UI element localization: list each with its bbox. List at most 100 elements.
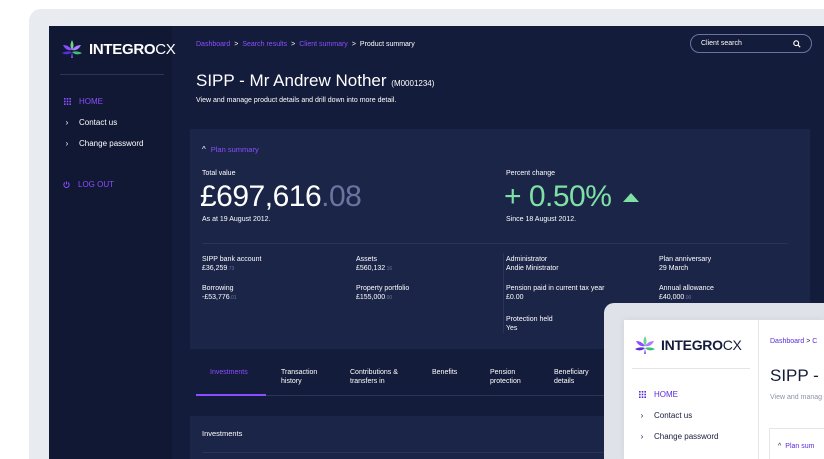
detail-value: 29 March [659,265,689,272]
panel-vertical-divider [503,253,504,333]
detail-protection-held: Protection held Yes [506,315,553,334]
tab-transaction-history[interactable]: Transaction history [281,368,317,386]
preview-sidebar-item-home[interactable]: HOME [638,384,718,405]
detail-plan-anniversary: Plan anniversary 29 March [659,255,711,274]
grid-icon [63,98,71,105]
search-placeholder: Client search [701,40,742,47]
search-icon[interactable] [793,39,801,48]
plan-summary-toggle[interactable]: ^ Plan summary [202,145,259,154]
sidebar-item-label: Contact us [79,118,118,127]
detail-label: Assets [356,256,378,263]
preview-sidebar-divider [632,368,750,369]
client-search-input[interactable]: Client search [690,34,812,53]
preview-brand-name: INTEGROCX [661,337,742,353]
sidebar-item-home[interactable]: HOME [63,91,143,112]
light-theme-preview: INTEGROCX HOME › Contact us › Change pas… [604,303,824,459]
detail-label: Protection held [506,316,553,323]
tab-investments[interactable]: Investments [210,368,248,377]
detail-label: Property portfolio [356,285,410,292]
preview-sidebar-border [758,320,759,459]
preview-plan-summary-panel: ^ Plan sum [769,428,824,459]
total-value: £697,616.08 [200,180,362,214]
detail-value: Yes [506,325,518,332]
power-icon [63,181,70,188]
percent-change-note: Since 18 August 2012. [506,216,577,223]
sidebar-nav: HOME › Contact us › Change password [63,91,143,154]
preview-plan-summary-toggle[interactable]: ^ Plan sum [778,443,814,450]
sidebar-item-label: Change password [654,432,719,441]
breadcrumb-separator: > [291,41,296,48]
detail-label: Annual allowance [659,285,714,292]
breadcrumb-separator: > [351,41,356,48]
preview-brand-logo: INTEGROCX [634,335,742,355]
arrow-up-icon [623,192,640,202]
detail-label: Pension paid in current tax year [506,285,605,292]
brand-logo[interactable]: INTEGROCX [61,39,176,59]
preview-sidebar-nav: HOME › Contact us › Change password [638,384,718,447]
detail-value: £36,259.73 [202,265,235,272]
detail-value: £40,000.00 [659,294,692,301]
tab-benefits[interactable]: Benefits [432,368,457,377]
preview-app-window: INTEGROCX HOME › Contact us › Change pas… [624,320,824,459]
sidebar-item-contact-us[interactable]: › Contact us [63,112,143,133]
flower-logo-icon [62,40,82,58]
chevron-up-icon: ^ [202,145,206,154]
grid-icon [638,391,646,398]
sidebar-item-change-password[interactable]: › Change password [63,133,144,154]
chevron-right-icon: › [65,118,69,127]
page-title-text: SIPP - Mr Andrew Nother [196,71,387,90]
breadcrumb-current: Product summary [359,41,415,48]
brand-name: INTEGROCX [89,40,176,58]
sidebar-item-label: HOME [654,390,678,399]
detail-value: £560,132.16 [356,265,393,272]
breadcrumb-link[interactable]: Search results [242,41,287,48]
sidebar-item-label: Change password [79,139,144,148]
logout-button[interactable]: LOG OUT [63,180,114,189]
panel-divider [202,243,788,244]
preview-sidebar-item-change-password[interactable]: › Change password [638,426,719,447]
page-title: SIPP - Mr Andrew Nother (M0001234) [196,71,434,91]
detail-value: £0.00 [506,294,524,301]
tab-beneficiary-details[interactable]: Beneficiary details [554,368,589,386]
detail-value: £155,000.00 [356,294,393,301]
chevron-right-icon: › [640,432,644,441]
detail-label: Borrowing [202,285,234,292]
detail-annual-allowance: Annual allowance £40,000.00 [659,284,714,303]
tab-contributions-transfers[interactable]: Contributions & transfers in [350,368,398,386]
detail-label: Plan anniversary [659,256,712,263]
preview-page-title: SIPP - M [770,366,824,385]
breadcrumb: Dashboard > Search results > Client summary >… [196,41,415,48]
breadcrumb-separator: > [234,41,239,48]
breadcrumb-link[interactable]: Dashboard [196,41,230,48]
detail-value: -£53,776.01 [202,294,237,301]
detail-value: Andie Ministrator [506,265,559,272]
detail-pension-paid: Pension paid in current tax year £0.00 [506,284,604,303]
detail-administrator: Administrator Andie Ministrator [506,255,559,274]
flower-logo-icon [635,336,655,354]
detail-sipp-bank-account: SIPP bank account £36,259.73 [202,255,261,274]
preview-page-subtitle: View and manag [770,394,823,401]
active-tab-indicator [196,394,266,396]
breadcrumb-link[interactable]: Client summary [299,41,348,48]
sidebar-divider [60,74,164,75]
page-subtitle: View and manage product details and dril… [196,97,397,104]
percent-change: + 0.50% [504,180,640,214]
preview-sidebar-item-contact-us[interactable]: › Contact us [638,405,718,426]
logout-label: LOG OUT [78,180,115,189]
total-value-decimal: .08 [321,180,362,213]
total-value-label: Total value [202,170,236,177]
sidebar: INTEGROCX HOME › Contact us › Change pas… [49,26,176,459]
detail-property-portfolio: Property portfolio £155,000.00 [356,284,409,303]
product-code: (M0001234) [391,79,435,88]
plan-summary-label: Plan summary [210,145,259,154]
detail-borrowing: Borrowing -£53,776.01 [202,284,237,303]
percent-change-label: Percent change [506,170,556,177]
total-value-note: As at 19 August 2012. [202,216,271,223]
percent-change-value: + 0.50% [504,180,612,213]
chevron-right-icon: › [65,139,69,148]
tab-pension-protection[interactable]: Pension protection [490,368,521,386]
sidebar-item-label: Contact us [654,411,693,420]
detail-label: SIPP bank account [202,256,262,263]
chevron-up-icon: ^ [778,443,782,450]
detail-assets: Assets £560,132.16 [356,255,392,274]
